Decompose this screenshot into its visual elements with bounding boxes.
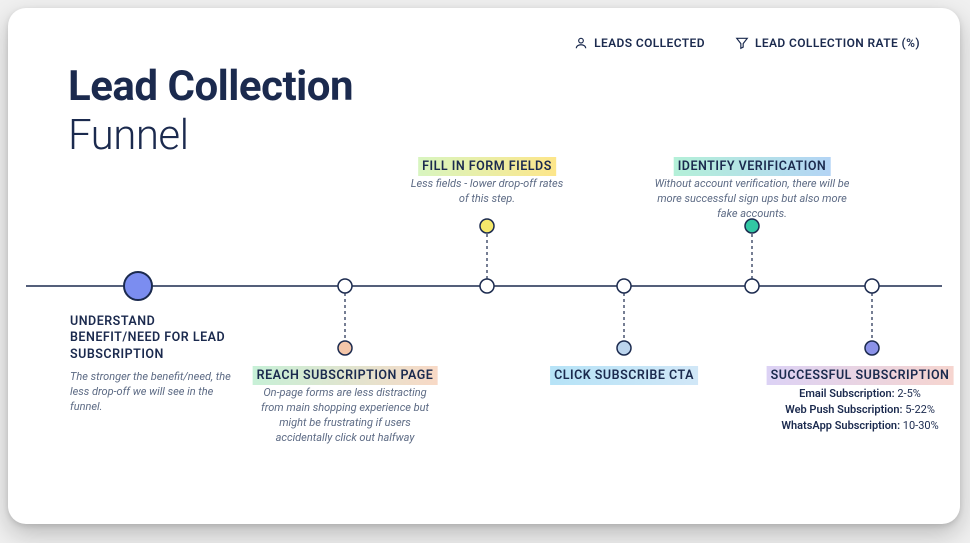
step-5-label: IDENTIFY VERIFICATION [674, 157, 831, 176]
timeline-svg [8, 8, 960, 524]
step-4-label: CLICK SUBSCRIBE CTA [550, 366, 698, 385]
step-3-label: FILL IN FORM FIELDS [418, 157, 556, 176]
step-5-desc: Without account verification, there will… [652, 177, 852, 222]
step-6-label: SUCCESSFUL SUBSCRIPTION [767, 366, 954, 385]
diagram-card: LEADS COLLECTED LEAD COLLECTION RATE (%)… [8, 8, 960, 524]
step-2-desc: On-page forms are less distracting from … [255, 386, 435, 445]
step-1-desc: The stronger the benefit/need, the less … [70, 370, 240, 415]
step-3-desc: Less fields - lower drop-off rates of th… [407, 177, 567, 207]
step-1-label: UNDERSTAND BENEFIT/NEED FOR LEAD SUBSCRI… [70, 314, 240, 363]
node-start [124, 272, 152, 300]
step-2-label: REACH SUBSCRIPTION PAGE [253, 366, 438, 385]
step-6-benchmarks: Email Subscription: 2-5% Web Push Subscr… [760, 386, 960, 434]
